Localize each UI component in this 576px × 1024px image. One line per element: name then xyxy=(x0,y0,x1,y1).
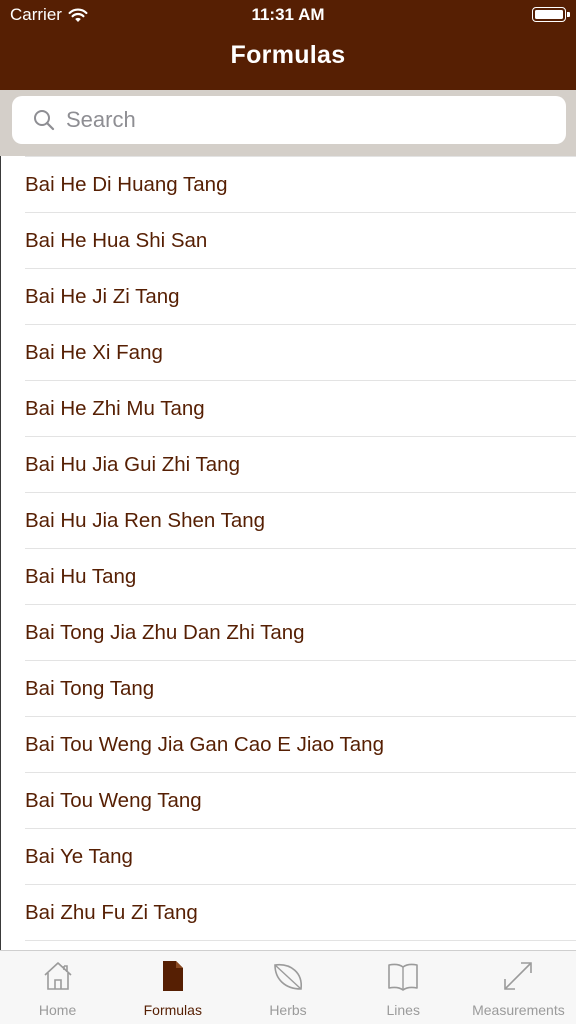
row-divider xyxy=(25,940,576,941)
tab-bar: Home Formulas Herbs Lines Measurements xyxy=(0,950,576,1024)
tab-lines-label: Lines xyxy=(386,1002,420,1018)
list-item[interactable]: Bai He Zhi Mu Tang xyxy=(1,381,576,437)
document-icon xyxy=(162,961,183,991)
formula-name: Bai He Di Huang Tang xyxy=(25,173,228,196)
formula-name: Bai He Zhi Mu Tang xyxy=(25,397,205,420)
navigation-header: Carrier 11:31 AM Formulas xyxy=(0,0,576,90)
list-item[interactable]: Bai Tong Tang xyxy=(1,661,576,717)
list-item[interactable]: Bai Hu Jia Gui Zhi Tang xyxy=(1,437,576,493)
formula-name: Bai He Xi Fang xyxy=(25,341,163,364)
formula-name: Bai Tong Jia Zhu Dan Zhi Tang xyxy=(25,621,305,644)
search-input[interactable] xyxy=(66,96,546,144)
list-item[interactable]: Bai He Hua Shi San xyxy=(1,213,576,269)
list-item[interactable]: Bai Hu Tang xyxy=(1,549,576,605)
list-item[interactable]: Bai Tou Weng Jia Gan Cao E Jiao Tang xyxy=(1,717,576,773)
tab-home[interactable]: Home xyxy=(0,951,115,1024)
measure-arrows-icon xyxy=(504,962,533,990)
formula-name: Bai Hu Tang xyxy=(25,565,137,588)
tab-formulas-label: Formulas xyxy=(143,1002,202,1018)
formula-name: Bai He Hua Shi San xyxy=(25,229,208,252)
formula-name: Bai Tou Weng Jia Gan Cao E Jiao Tang xyxy=(25,733,384,756)
formula-name: Bai He Ji Zi Tang xyxy=(25,285,180,308)
list-item[interactable]: Bai Tong Jia Zhu Dan Zhi Tang xyxy=(1,605,576,661)
home-icon xyxy=(44,962,72,990)
formula-name: Bai Tou Weng Tang xyxy=(25,789,202,812)
tab-formulas[interactable]: Formulas xyxy=(115,951,230,1024)
formula-name: Bai Hu Jia Ren Shen Tang xyxy=(25,509,266,532)
tab-measurements[interactable]: Measurements xyxy=(461,951,576,1024)
status-time: 11:31 AM xyxy=(251,5,325,24)
list-item[interactable]: Bai Zhu Fu Zi Tang xyxy=(1,885,576,941)
list-item[interactable]: Bai Ye Tang xyxy=(1,829,576,885)
tab-herbs[interactable]: Herbs xyxy=(230,951,345,1024)
formula-name: Bai Ye Tang xyxy=(25,845,133,868)
book-icon xyxy=(388,963,419,991)
tab-measurements-label: Measurements xyxy=(472,1002,565,1018)
formula-name: Bai Tong Tang xyxy=(25,677,155,700)
status-bar: Carrier 11:31 AM xyxy=(0,0,576,30)
formula-list[interactable]: Bai He Di Huang Tang Bai He Hua Shi San Ba… xyxy=(0,156,576,950)
tab-lines[interactable]: Lines xyxy=(346,951,461,1024)
list-item[interactable]: Bai Hu Jia Ren Shen Tang xyxy=(1,493,576,549)
page-title: Formulas xyxy=(230,41,346,69)
list-item[interactable]: Bai He Di Huang Tang xyxy=(1,157,576,213)
formula-name: Bai Hu Jia Gui Zhi Tang xyxy=(25,453,240,476)
list-item[interactable]: Bai Tou Weng Tang xyxy=(1,773,576,829)
list-item[interactable]: Bai He Xi Fang xyxy=(1,325,576,381)
tab-home-label: Home xyxy=(38,1002,77,1018)
battery-icon xyxy=(532,7,570,22)
leaf-icon xyxy=(274,964,302,990)
formula-name: Bai Zhu Fu Zi Tang xyxy=(25,901,198,924)
search-bar xyxy=(0,90,576,156)
search-icon xyxy=(34,110,55,131)
search-field-container[interactable] xyxy=(12,96,566,144)
list-item[interactable]: Bai He Ji Zi Tang xyxy=(1,269,576,325)
tab-herbs-label: Herbs xyxy=(269,1002,307,1018)
